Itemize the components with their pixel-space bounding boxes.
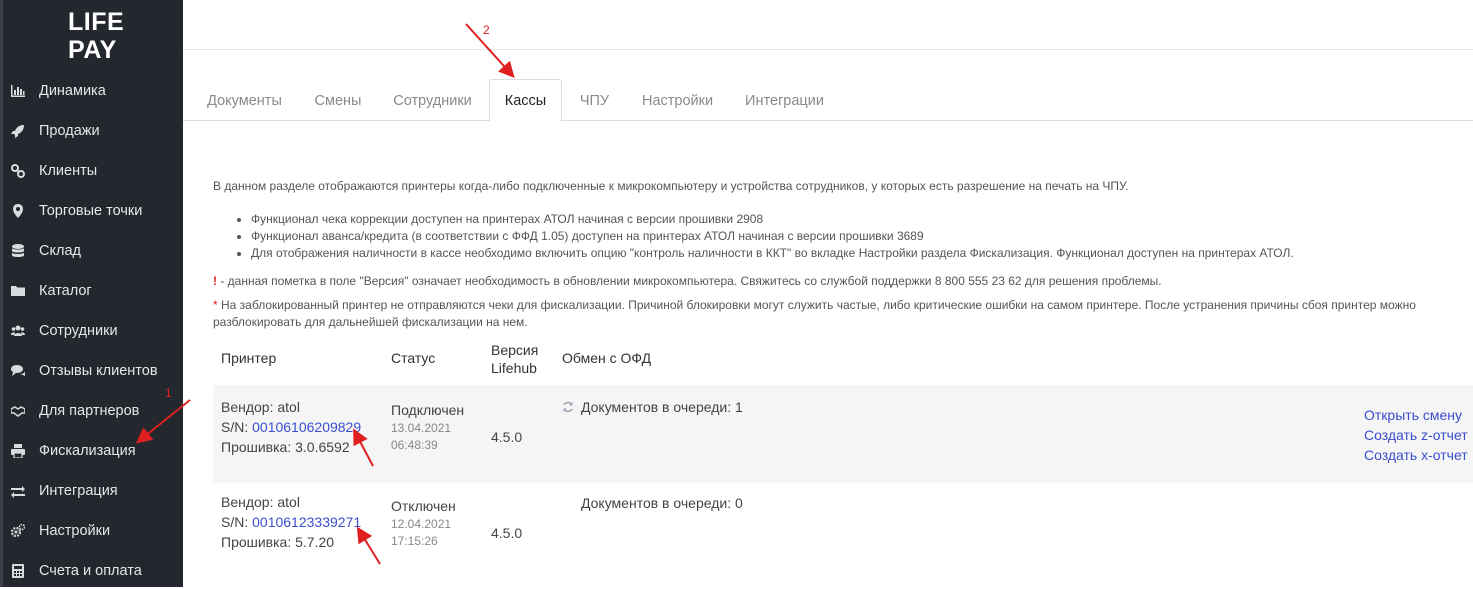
- queue-text: Документов в очереди: 0: [581, 495, 743, 511]
- serial-line: S/N: 00106123339271: [221, 512, 361, 532]
- list-item: Функционал чека коррекции доступен на пр…: [251, 211, 1294, 228]
- sidebar-item-label: Торговые точки: [39, 203, 143, 219]
- sidebar-item-otzyvy[interactable]: Отзывы клиентов: [0, 353, 183, 389]
- warning-text: - данная пометка в поле "Версия" означае…: [217, 274, 1162, 288]
- serial-line: S/N: 00106106209829: [221, 417, 361, 437]
- status-cell: Подключен 13.04.2021 06:48:39: [391, 400, 464, 454]
- annotation-number-2: 2: [483, 23, 490, 37]
- serial-label: S/N:: [221, 419, 253, 435]
- status-date: 12.04.2021: [391, 517, 452, 531]
- sidebar-item-label: Склад: [39, 243, 81, 259]
- bar-chart-icon: [10, 83, 26, 99]
- tab-kassy[interactable]: Кассы: [489, 79, 562, 122]
- logo-line-2: PAY: [68, 36, 117, 64]
- printer-cell: Вендор: atol S/N: 00106123339271 Прошивк…: [221, 492, 361, 552]
- sidebar-item-label: Сотрудники: [39, 323, 118, 339]
- version-text: 4.5.0: [491, 525, 523, 541]
- vendor-text: Вендор: atol: [221, 494, 300, 510]
- exchange-icon: [10, 483, 26, 499]
- intro-text: В данном разделе отображаются принтеры к…: [213, 179, 1129, 193]
- version-text: 4.5.0: [491, 429, 523, 445]
- tab-sotrudniki[interactable]: Сотрудники: [393, 80, 472, 121]
- x-report-link[interactable]: Создать x-отчет: [1364, 447, 1468, 463]
- sidebar-item-label: Счета и оплата: [39, 563, 142, 579]
- logo-line-1: LIFE: [68, 8, 125, 36]
- update-warning: ! - данная пометка в поле "Версия" означ…: [213, 274, 1162, 288]
- status-time: 06:48:39: [391, 438, 438, 452]
- sidebar-item-label: Отзывы клиентов: [39, 363, 158, 379]
- header-printer: Принтер: [221, 350, 277, 366]
- cogs-icon: [10, 523, 26, 539]
- status-time: 17:15:26: [391, 534, 438, 548]
- serial-number-link[interactable]: 00106106209829: [252, 419, 361, 435]
- status-cell: Отключен 12.04.2021 17:15:26: [391, 496, 456, 550]
- tabs-baseline: [183, 120, 1473, 121]
- sidebar-item-fiskalizatsiya[interactable]: Фискализация: [0, 433, 183, 469]
- sidebar-item-dinamika[interactable]: Динамика: [0, 73, 183, 109]
- header-status: Статус: [391, 350, 436, 366]
- header-version-line2: Lifehub: [491, 360, 537, 376]
- ofd-cell: Документов в очереди: 1: [562, 397, 743, 417]
- sidebar-item-label: Фискализация: [39, 443, 136, 459]
- list-item: Для отображения наличности в кассе необх…: [251, 245, 1294, 262]
- tab-chpu[interactable]: ЧПУ: [580, 80, 609, 121]
- sidebar-item-label: Для партнеров: [39, 403, 140, 419]
- list-item: Функционал аванса/кредита (в соответстви…: [251, 228, 1294, 245]
- tab-dokumenty[interactable]: Документы: [207, 80, 282, 121]
- calculator-icon: [10, 563, 26, 579]
- serial-label: S/N:: [221, 514, 253, 530]
- vendor-text: Вендор: atol: [221, 399, 300, 415]
- status-text: Подключен: [391, 402, 465, 418]
- status-date: 13.04.2021: [391, 421, 452, 435]
- tab-nastroyki[interactable]: Настройки: [642, 80, 713, 121]
- sidebar-item-sotrudniki[interactable]: Сотрудники: [0, 313, 183, 349]
- status-text: Отключен: [391, 498, 456, 514]
- sidebar-item-sklad[interactable]: Склад: [0, 233, 183, 269]
- sidebar-item-scheta[interactable]: Счета и оплата: [0, 553, 183, 589]
- sidebar-item-prodazhi[interactable]: Продажи: [0, 113, 183, 149]
- sidebar-item-nastroyki[interactable]: Настройки: [0, 513, 183, 549]
- sidebar-item-torgovye-tochki[interactable]: Торговые точки: [0, 193, 183, 229]
- header-version-line1: Версия: [491, 342, 539, 358]
- handshake-icon: [10, 403, 26, 419]
- sidebar-item-label: Клиенты: [39, 163, 98, 179]
- sidebar-item-label: Интеграция: [39, 483, 118, 499]
- sidebar-item-label: Продажи: [39, 123, 100, 139]
- annotation-number-1: 1: [165, 386, 172, 400]
- sidebar-item-klienty[interactable]: Клиенты: [0, 153, 183, 189]
- database-icon: [10, 243, 26, 259]
- blocked-note-text: На заблокированный принтер не отправляют…: [213, 298, 1416, 329]
- arrow-to-serial-2: [356, 526, 381, 565]
- open-shift-link[interactable]: Открыть смену: [1364, 407, 1462, 423]
- tab-integratsii[interactable]: Интеграции: [745, 80, 824, 121]
- lifepay-logo[interactable]: LIFE PAY: [68, 8, 124, 64]
- firmware-text: Прошивка: 3.0.6592: [221, 439, 350, 455]
- printer-cell: Вендор: atol S/N: 00106106209829 Прошивк…: [221, 397, 361, 457]
- feature-notes-list: Функционал чека коррекции доступен на пр…: [233, 211, 1294, 262]
- serial-number-link[interactable]: 00106123339271: [252, 514, 361, 530]
- sidebar-item-label: Настройки: [39, 523, 111, 539]
- users-icon: [10, 323, 26, 339]
- queue-text: Документов в очереди: 1: [581, 399, 743, 415]
- sidebar-item-partneram[interactable]: Для партнеров: [0, 393, 183, 429]
- sidebar-item-integratsiya[interactable]: Интеграция: [0, 473, 183, 509]
- link-icon: [10, 163, 26, 179]
- sidebar-item-label: Каталог: [39, 283, 92, 299]
- header-divider: [183, 49, 1473, 50]
- tab-smeny[interactable]: Смены: [315, 80, 362, 121]
- blocked-printer-note: * На заблокированный принтер не отправля…: [213, 297, 1433, 331]
- firmware-text: Прошивка: 5.7.20: [221, 534, 335, 550]
- map-marker-icon: [10, 203, 26, 219]
- header-ofd: Обмен с ОФД: [562, 350, 652, 366]
- z-report-link[interactable]: Создать z-отчет: [1364, 427, 1468, 443]
- sidebar: LIFE PAY Динамика Продажи Клиенты Торгов…: [0, 0, 183, 587]
- sidebar-item-katalog[interactable]: Каталог: [0, 273, 183, 309]
- sidebar-item-label: Динамика: [39, 83, 106, 99]
- refresh-icon[interactable]: [562, 401, 574, 413]
- header-version: Версия Lifehub: [491, 341, 538, 377]
- folder-icon: [10, 283, 26, 299]
- printer-icon: [10, 443, 26, 459]
- rocket-icon: [10, 123, 26, 139]
- comments-icon: [10, 363, 26, 379]
